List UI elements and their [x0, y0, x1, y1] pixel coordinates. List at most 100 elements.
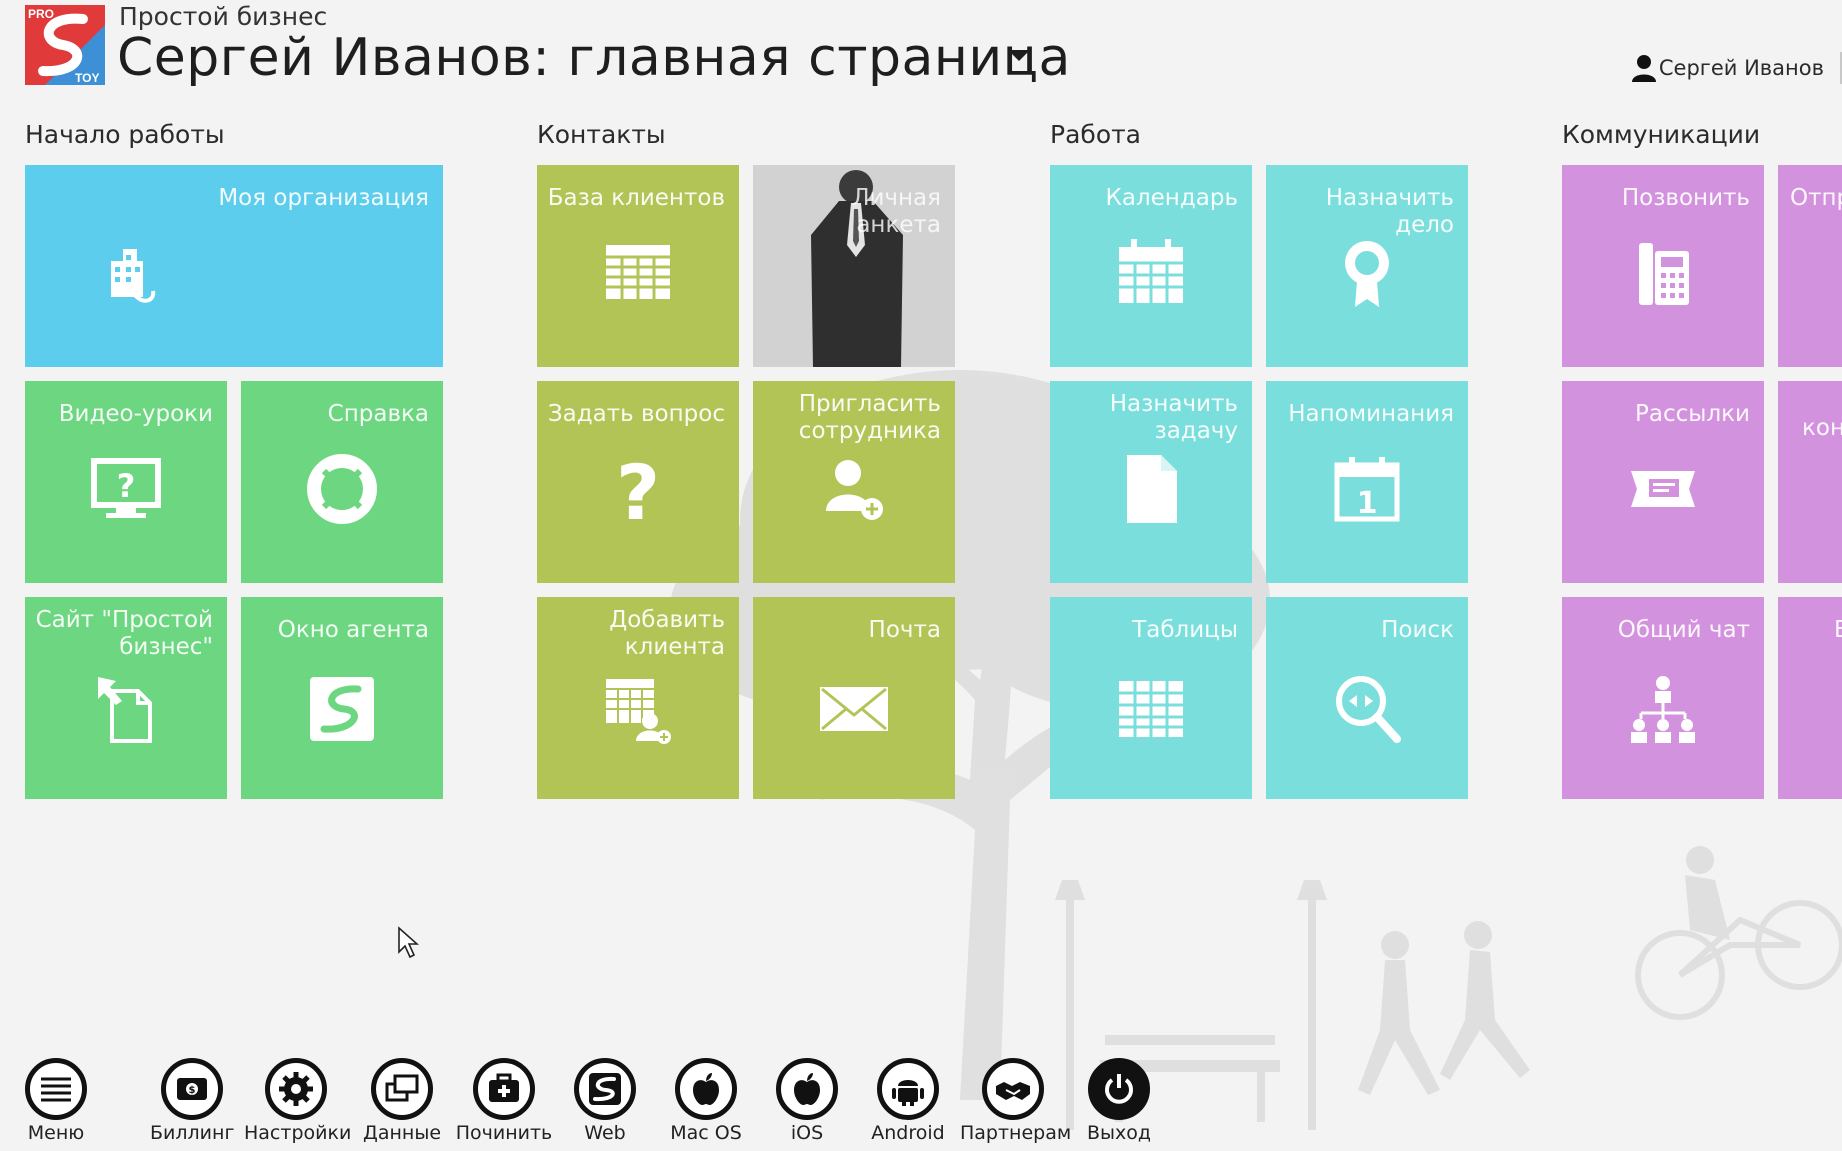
toolbar-macos-button[interactable]: Mac OS [666, 1058, 746, 1144]
tile-label: Позвонить [1621, 185, 1750, 211]
question-icon: ? [616, 451, 660, 527]
tile-label: Рассылки [1635, 401, 1750, 427]
group-chat-icon [1631, 676, 1695, 743]
toolbar-ios-button[interactable]: iOS [772, 1058, 842, 1144]
tile-search[interactable]: Поиск [1266, 597, 1468, 799]
group-title-start: Начало работы [25, 120, 225, 149]
svg-text:?: ? [616, 451, 660, 527]
tile-client-base[interactable]: База клиентов [537, 165, 739, 367]
page-title: Сергей Иванов: главная страница [117, 28, 1071, 88]
tile-group-chat[interactable]: Общий чат [1562, 597, 1764, 799]
title-dropdown-caret-icon[interactable] [1008, 50, 1030, 61]
phone-icon [1639, 243, 1689, 305]
toolbar-billing-button[interactable]: $ Биллинг [150, 1058, 234, 1144]
tile-label: Таблицы [1132, 617, 1238, 643]
app-name: Простой бизнес [119, 2, 328, 31]
calendar-one-icon: 1 [1334, 457, 1400, 522]
tile-personal-profile[interactable]: Личная анкета [753, 165, 955, 367]
document-icon [1127, 455, 1177, 523]
tile-label: Справка [327, 401, 429, 427]
tile-label: Поиск [1381, 617, 1454, 643]
android-icon [892, 1080, 924, 1106]
tile-tables[interactable]: Таблицы [1050, 597, 1252, 799]
tile-help[interactable]: Справка [241, 381, 443, 583]
svg-text:1: 1 [1357, 486, 1378, 521]
toolbar-label: Настройки [244, 1122, 352, 1144]
agent-logo-icon [310, 677, 374, 741]
toolbar-settings-button[interactable]: Настройки [244, 1058, 352, 1144]
add-client-icon [606, 679, 671, 744]
tile-partial[interactable]: Е [1778, 597, 1842, 799]
user-name: Сергей Иванов [1658, 56, 1824, 80]
mailing-icon [1631, 471, 1695, 507]
tile-label: База клиентов [547, 185, 725, 211]
toolbar-menu-button[interactable]: Меню [22, 1058, 90, 1144]
tile-label: Назначить задачу [1109, 391, 1238, 444]
tile-label: Добавить клиента [609, 607, 725, 660]
tile-mail[interactable]: Почта [753, 597, 955, 799]
tile-agent-window[interactable]: Окно агента [241, 597, 443, 799]
search-icon [1336, 676, 1401, 743]
toolbar-label: iOS [790, 1122, 824, 1144]
tile-mailings[interactable]: Рассылки [1562, 381, 1764, 583]
tile-calendar[interactable]: Календарь [1050, 165, 1252, 367]
tile-label: Моя организация [218, 185, 429, 211]
tile-label: Задать вопрос [547, 401, 725, 427]
svg-text:PRO: PRO [28, 7, 54, 21]
toolbar-data-button[interactable]: Данные [361, 1058, 443, 1144]
award-icon [1345, 241, 1389, 307]
tile-label: Назначить дело [1325, 185, 1454, 238]
user-icon [1631, 55, 1656, 82]
tile-send-partial[interactable]: Отпр [1778, 165, 1842, 367]
tile-label: кон [1802, 415, 1842, 441]
toolbar-android-button[interactable]: Android [864, 1058, 952, 1144]
tile-label: Окно агента [277, 617, 429, 643]
tile-add-client[interactable]: Добавить клиента [537, 597, 739, 799]
toolbar-label: Mac OS [670, 1122, 742, 1144]
toolbar-web-button[interactable]: Web [570, 1058, 640, 1144]
toolbar-label: Web [584, 1122, 626, 1144]
menu-icon [41, 1077, 71, 1102]
tile-video-lessons[interactable]: Видео-уроки ? [25, 381, 227, 583]
tile-label: Видео-уроки [58, 401, 213, 427]
tile-label: Общий чат [1617, 617, 1750, 643]
grid-icon [1119, 681, 1183, 737]
user-account-button[interactable]: Сергей Иванов [1631, 54, 1824, 82]
repair-kit-icon [489, 1073, 519, 1102]
tile-ask-question[interactable]: Задать вопрос ? [537, 381, 739, 583]
apple-icon [693, 1073, 719, 1105]
table-icon [606, 245, 670, 299]
envelope-icon [820, 687, 888, 731]
mouse-cursor-icon [398, 926, 419, 959]
toolbar-partners-button[interactable]: Партнерам [960, 1058, 1072, 1144]
gear-icon [279, 1072, 313, 1106]
tile-website[interactable]: Сайт "Простой бизнес" [25, 597, 227, 799]
tile-label: Пригласить сотрудника [798, 391, 941, 444]
tile-invite-employee[interactable]: Пригласить сотрудника [753, 381, 955, 583]
calendar-icon [1119, 239, 1183, 303]
toolbar-exit-button[interactable]: Выход [1083, 1058, 1155, 1144]
web-logo-icon [589, 1073, 621, 1105]
toolbar-label: Меню [27, 1122, 85, 1144]
tile-assign-case[interactable]: Назначить дело [1266, 165, 1468, 367]
group-title-work: Работа [1050, 120, 1141, 149]
toolbar-label: Данные [362, 1122, 442, 1144]
toolbar-repair-button[interactable]: Починить [455, 1058, 553, 1144]
handshake-icon [996, 1082, 1030, 1100]
tile-my-organization[interactable]: Моя организация [25, 165, 443, 367]
tile-contacts-partial[interactable]: кон [1778, 381, 1842, 583]
apple-icon [794, 1073, 820, 1105]
billing-icon: $ [177, 1078, 207, 1100]
group-title-contacts: Контакты [537, 120, 666, 149]
toolbar-label: Биллинг [150, 1122, 235, 1144]
tile-label: Почта [868, 617, 941, 643]
tile-label: Календарь [1105, 185, 1238, 211]
toolbar-label: Партнерам [960, 1122, 1072, 1144]
svg-text:TOY: TOY [75, 71, 99, 85]
tile-reminders[interactable]: Напоминания 1 [1266, 381, 1468, 583]
tile-assign-task[interactable]: Назначить задачу [1050, 381, 1252, 583]
tile-label: Личная анкета [852, 185, 941, 238]
toolbar-label: Выход [1086, 1122, 1152, 1144]
tile-call[interactable]: Позвонить [1562, 165, 1764, 367]
toolbar-label: Android [871, 1122, 945, 1144]
